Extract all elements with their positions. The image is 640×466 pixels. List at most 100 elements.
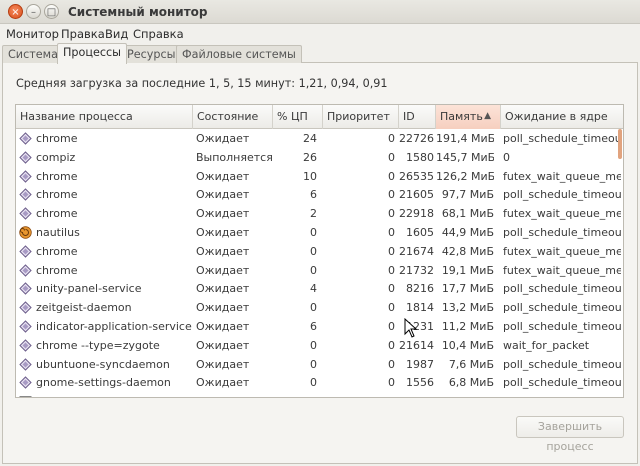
menu-edit[interactable]: Правка [61,27,105,41]
column-pid[interactable]: ID [399,105,436,129]
tab-filesystems[interactable]: Файловые системы [176,45,302,63]
diamond-icon [19,357,32,371]
cell-priority: 0 [388,301,395,315]
cell-wait-channel: 0 [503,392,621,397]
cell-name: compiz [36,150,76,164]
column-memory[interactable]: Память ▲ [436,105,501,129]
menu-help[interactable]: Справка [133,27,184,41]
cell-state: Ожидает [196,338,250,352]
cell-state: Ожидает [196,225,250,239]
cell-pid: 21605 [399,188,434,202]
cell-memory: 17,7 МиБ [441,282,494,296]
table-row[interactable]: unity-panel-service Ожидает 4 0 8216 17,7 МиБ… [16,279,623,298]
cell-name: gnome-system-monitor [36,392,210,397]
tab-resources[interactable]: Ресурсы [121,45,182,63]
end-process-button[interactable]: Завершить процесс [516,416,624,453]
cell-pid: 22726 [399,132,434,145]
column-memory-label: Память [440,110,483,123]
cell-pid: 22918 [399,207,434,221]
monitor-icon [19,395,32,397]
cell-wait-channel: futex_wait_queue_me [503,169,621,183]
cell-pid: 1580 [406,150,434,164]
table-row[interactable]: chrome Ожидает 0 0 21674 42,8 МиБ futex_wait_q… [16,242,623,261]
column-name[interactable]: Название процесса [16,105,193,129]
cell-priority: 0 [388,150,395,164]
cell-memory: 145,7 МиБ [436,150,494,164]
diamond-icon [19,151,32,164]
cell-priority: 0 [388,282,395,296]
cell-name: unity-panel-service [36,282,142,296]
cell-pid: 26535 [399,169,434,183]
diamond-icon [19,339,32,352]
cell-wait-channel: wait_for_packet [503,338,590,352]
diamond-icon [19,282,32,296]
table-row[interactable]: chrome --type=zygote Ожидает 0 0 21614 10,4 М… [16,336,623,355]
table-row[interactable]: nautilus Ожидает 0 0 1605 44,9 МиБ poll_schedu… [16,223,623,242]
cell-wait-channel: poll_schedule_timeout [503,132,621,145]
column-state[interactable]: Состояние [193,105,273,129]
tab-system[interactable]: Система [2,45,64,63]
cell-pid: 1987 [406,357,434,371]
cell-state: Выполняется [196,150,272,164]
cell-state: Ожидает [196,376,250,390]
tab-processes[interactable]: Процессы [57,43,127,64]
cell-state: Ожидает [196,188,250,202]
sort-ascending-icon: ▲ [484,111,491,121]
cell-memory: 7,6 МиБ [448,357,494,371]
column-wait-channel[interactable]: Ожидание в ядре [501,105,623,129]
cell-state: Ожидает [196,357,250,371]
table-row[interactable]: compiz Выполняется 26 0 1580 145,7 МиБ 0 [16,148,623,167]
table-row[interactable]: chrome Ожидает 24 0 22726 191,4 МиБ poll_sched… [16,129,623,148]
minimize-icon[interactable]: – [26,4,41,19]
table-row[interactable]: zeitgeist-daemon Ожидает 0 0 1814 13,2 МиБ pol… [16,298,623,317]
cell-memory: 97,7 МиБ [441,188,494,202]
cell-memory: 191,4 МиБ [436,132,494,145]
table-row[interactable]: indicator-application-service Ожидает 6 0 12… [16,317,623,336]
cell-priority: 0 [388,169,395,183]
cell-wait-channel: poll_schedule_timeout [503,282,621,296]
maximize-icon[interactable]: □ [44,4,59,19]
cell-cpu: 2 [310,207,317,221]
cell-name: chrome [36,263,78,277]
mouse-cursor-icon [404,318,418,338]
cell-state: Выполняется [196,392,272,397]
menu-bar: Монитор Правка Вид Справка [0,24,640,43]
cell-state: Ожидает [196,244,250,258]
cell-state: Ожидает [196,132,250,145]
cell-name: gnome-settings-daemon [36,376,171,390]
cell-priority: 0 [388,225,395,239]
cell-pid: 27558 [396,392,434,397]
cell-priority: 0 [388,244,395,258]
cell-priority: 0 [388,319,395,333]
column-cpu[interactable]: % ЦП [273,105,323,129]
table-row[interactable]: gnome-system-monitorВыполняется280275586… [16,392,623,397]
cell-wait-channel: poll_schedule_timeout [503,301,621,315]
menu-view[interactable]: Вид [105,27,128,41]
title-bar: × – □ Системный монитор [0,0,640,24]
cell-priority: 0 [388,263,395,277]
cell-memory: 42,8 МиБ [441,244,494,258]
menu-monitor[interactable]: Монитор [6,27,59,41]
cell-wait-channel: poll_schedule_timeout [503,319,621,333]
table-row[interactable]: chrome Ожидает 0 0 21732 19,1 МиБ futex_wait_q… [16,261,623,280]
table-row[interactable]: chrome Ожидает 6 0 21605 97,7 МиБ poll_schedul… [16,185,623,204]
cell-cpu: 0 [310,263,317,277]
close-icon[interactable]: × [8,4,23,19]
cell-name: nautilus [36,225,80,239]
diamond-icon [19,207,32,220]
column-priority[interactable]: Приоритет [323,105,399,129]
cell-wait-channel: poll_schedule_timeout [503,188,621,202]
cell-memory: 126,2 МиБ [436,169,494,183]
cell-name: chrome [36,244,78,258]
table-row[interactable]: chrome Ожидает 2 0 22918 68,1 МиБ futex_wait_q… [16,204,623,223]
cell-cpu: 6 [310,319,317,333]
scrollbar-thumb[interactable] [618,129,622,159]
cell-state: Ожидает [196,207,250,221]
table-row[interactable]: gnome-settings-daemon Ожидает 0 0 1556 6,8 Ми… [16,373,623,392]
load-average-label: Средняя загрузка за последние 1, 5, 15 м… [16,77,388,90]
diamond-icon [19,320,32,333]
table-row[interactable]: chrome Ожидает 10 0 26535 126,2 МиБ futex_wait… [16,167,623,186]
cell-state: Ожидает [196,169,250,183]
table-header: Название процесса Состояние % ЦП Приорит… [16,105,623,129]
table-row[interactable]: ubuntuone-syncdaemon Ожидает 0 0 1987 7,6 МиБ… [16,355,623,374]
